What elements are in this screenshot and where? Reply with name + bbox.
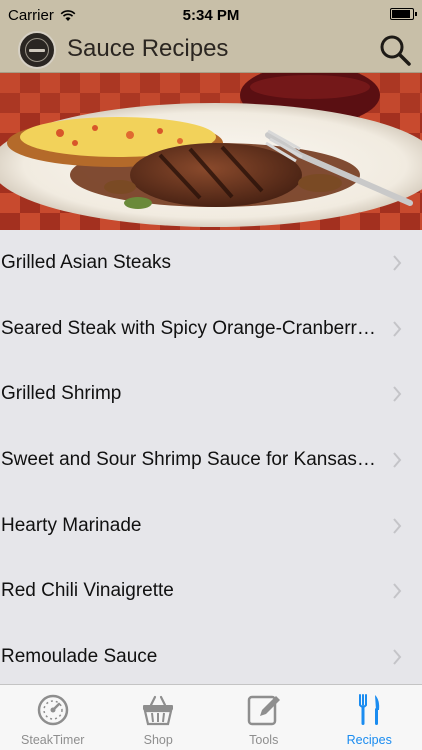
steak-plate-photo bbox=[0, 73, 422, 230]
fork-knife-icon bbox=[359, 694, 380, 725]
list-item[interactable]: Grilled Asian Steaks bbox=[0, 230, 422, 296]
recipe-title: Hearty Marinade bbox=[1, 514, 142, 536]
recipe-title: Grilled Shrimp bbox=[1, 383, 122, 405]
edit-icon bbox=[247, 695, 280, 726]
recipe-title: Sweet and Sour Shrimp Sauce for Kansas C… bbox=[1, 448, 379, 470]
gauge-icon bbox=[37, 694, 68, 726]
recipe-title: Remoulade Sauce bbox=[1, 645, 158, 667]
list-item[interactable]: Seared Steak with Spicy Orange-Cranberry… bbox=[0, 296, 422, 362]
brand-logo[interactable] bbox=[18, 31, 56, 69]
tab-label: Recipes bbox=[346, 733, 392, 747]
hero-image bbox=[0, 73, 422, 230]
tab-label: Tools bbox=[249, 733, 279, 747]
list-item[interactable]: Grilled Shrimp bbox=[0, 361, 422, 427]
recipe-title: Grilled Asian Steaks bbox=[1, 251, 172, 273]
tab-steaktimer[interactable]: SteakTimer bbox=[0, 685, 106, 750]
tab-label: SteakTimer bbox=[21, 733, 85, 747]
chevron-right-icon bbox=[393, 452, 402, 468]
list-item[interactable]: Remoulade Sauce bbox=[0, 624, 422, 690]
navigation-bar: Sauce Recipes bbox=[0, 30, 422, 73]
tab-label: Shop bbox=[143, 733, 173, 747]
status-bar: Carrier 5:34 PM bbox=[0, 0, 422, 30]
chevron-right-icon bbox=[393, 517, 402, 534]
chevron-right-icon bbox=[393, 583, 402, 599]
tab-shop[interactable]: Shop bbox=[106, 685, 212, 750]
tab-recipes[interactable]: Recipes bbox=[317, 685, 422, 750]
search-icon[interactable] bbox=[378, 33, 412, 67]
recipe-title: Red Chili Vinaigrette bbox=[1, 580, 174, 602]
list-item[interactable]: Hearty Marinade bbox=[0, 493, 422, 559]
recipe-title: Seared Steak with Spicy Orange-Cranberry… bbox=[1, 317, 379, 339]
page-title: Sauce Recipes bbox=[67, 35, 229, 62]
basket-icon bbox=[143, 695, 174, 726]
chevron-right-icon bbox=[393, 649, 402, 665]
list-item[interactable]: Red Chili Vinaigrette bbox=[0, 558, 422, 624]
chevron-right-icon bbox=[393, 255, 402, 271]
tab-tools[interactable]: Tools bbox=[211, 685, 317, 750]
status-time: 5:34 PM bbox=[182, 7, 240, 24]
tab-bar: SteakTimer Shop Tools Recipes bbox=[0, 684, 422, 750]
chevron-right-icon bbox=[393, 320, 402, 337]
list-item[interactable]: Sweet and Sour Shrimp Sauce for Kansas C… bbox=[0, 427, 422, 493]
battery-icon bbox=[390, 8, 417, 20]
recipe-list: Grilled Asian Steaks Seared Steak with S… bbox=[0, 230, 422, 690]
chevron-right-icon bbox=[393, 386, 402, 402]
